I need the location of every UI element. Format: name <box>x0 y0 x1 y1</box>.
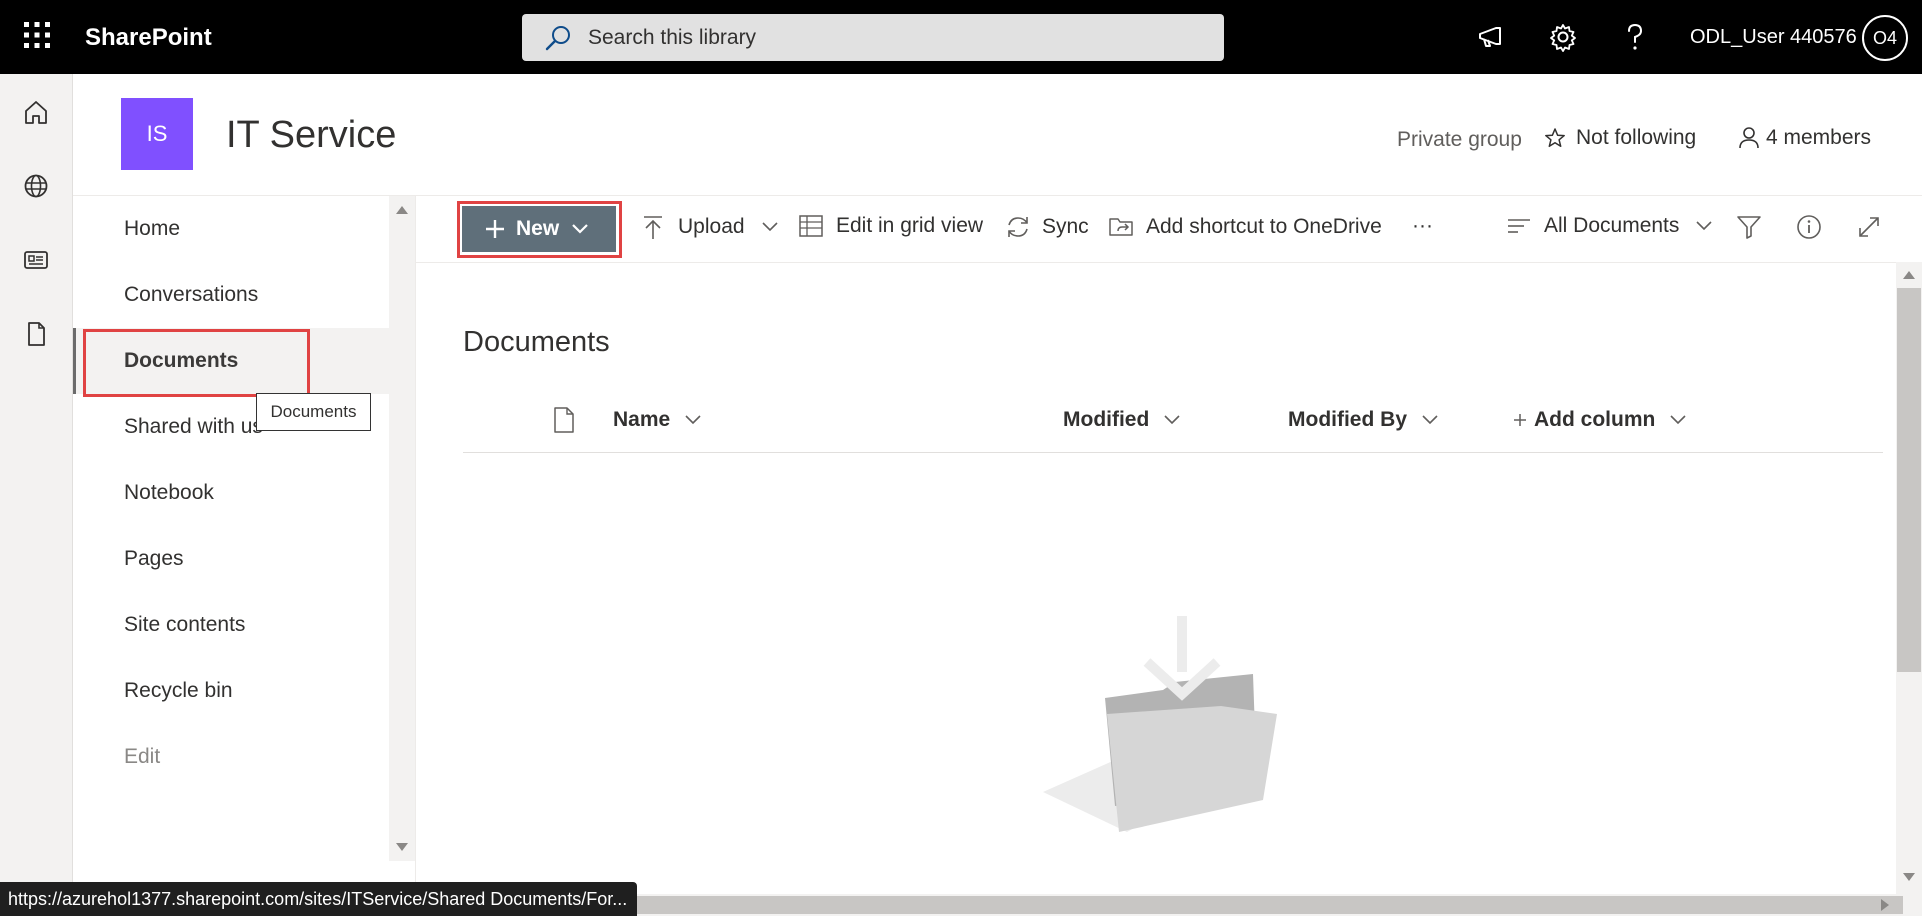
scroll-down-icon[interactable] <box>396 843 408 851</box>
scrollbar-thumb[interactable] <box>1897 288 1921 672</box>
add-shortcut-button[interactable]: Add shortcut to OneDrive <box>1108 214 1382 240</box>
chevron-down-icon <box>761 221 779 233</box>
help-icon[interactable] <box>1622 22 1648 52</box>
nav-edit-link[interactable]: Edit <box>73 724 389 790</box>
globe-icon[interactable] <box>22 172 50 200</box>
nav-scrollbar[interactable] <box>389 196 415 861</box>
add-shortcut-label: Add shortcut to OneDrive <box>1146 215 1382 238</box>
left-nav: Home Conversations Documents Shared with… <box>73 196 389 916</box>
view-label: All Documents <box>1544 214 1680 237</box>
command-bar: New Upload Edit in grid view Sync Add sh… <box>416 196 1922 262</box>
chevron-down-icon <box>1695 220 1713 232</box>
scroll-up-icon[interactable] <box>396 206 408 214</box>
scroll-up-icon[interactable] <box>1903 271 1915 279</box>
person-icon <box>1738 126 1760 150</box>
privacy-label: Private group <box>1397 128 1522 151</box>
plus-icon <box>1512 412 1528 428</box>
upload-button[interactable]: Upload <box>642 214 779 240</box>
library-title: Documents <box>463 326 610 358</box>
upload-icon <box>642 214 664 240</box>
folder-link-icon <box>1108 214 1136 240</box>
status-url: https://azurehol1377.sharepoint.com/site… <box>0 882 637 916</box>
app-bar <box>0 74 73 916</box>
nav-item-site-contents[interactable]: Site contents <box>73 592 389 658</box>
upload-label: Upload <box>678 215 745 238</box>
follow-label: Not following <box>1576 126 1697 149</box>
column-modified-by-label: Modified By <box>1288 408 1407 431</box>
nav-item-pages[interactable]: Pages <box>73 526 389 592</box>
column-header-modified[interactable]: Modified <box>1063 408 1181 432</box>
home-icon[interactable] <box>22 98 50 126</box>
suite-bar: SharePoint ODL_User 440576 O4 <box>0 0 1922 74</box>
column-header-divider <box>463 452 1883 453</box>
nav-item-conversations[interactable]: Conversations <box>73 262 389 328</box>
file-icon[interactable] <box>22 320 50 348</box>
chevron-down-icon <box>1163 414 1181 426</box>
column-header-modified-by[interactable]: Modified By <box>1288 408 1439 432</box>
search-input[interactable] <box>588 14 1208 61</box>
nav-item-recycle-bin[interactable]: Recycle bin <box>73 658 389 724</box>
tooltip: Documents <box>256 393 371 431</box>
grid-icon <box>798 214 824 238</box>
file-type-icon[interactable] <box>553 406 575 434</box>
edit-grid-label: Edit in grid view <box>836 214 984 237</box>
more-label: ··· <box>1412 214 1433 237</box>
filter-icon[interactable] <box>1736 214 1762 240</box>
info-icon[interactable] <box>1796 214 1822 240</box>
chevron-down-icon <box>1421 414 1439 426</box>
sync-label: Sync <box>1042 215 1089 238</box>
app-name[interactable]: SharePoint <box>85 24 212 52</box>
expand-icon[interactable] <box>1856 214 1882 240</box>
app-launcher-icon[interactable] <box>22 20 52 50</box>
site-title[interactable]: IT Service <box>226 114 396 157</box>
user-name[interactable]: ODL_User 440576 <box>1690 26 1857 49</box>
empty-folder-illustration <box>1035 610 1295 850</box>
avatar[interactable]: O4 <box>1862 15 1908 61</box>
follow-button[interactable]: Not following <box>1544 126 1696 150</box>
column-modified-label: Modified <box>1063 408 1150 431</box>
members-button[interactable]: 4 members <box>1738 126 1871 150</box>
edit-grid-view-button[interactable]: Edit in grid view <box>798 214 983 238</box>
nav-item-home[interactable]: Home <box>73 196 389 262</box>
new-button-highlight-box <box>457 201 622 258</box>
sync-button[interactable]: Sync <box>1004 214 1089 240</box>
content-vertical-scrollbar[interactable] <box>1896 262 1922 896</box>
column-header-name[interactable]: Name <box>613 408 702 432</box>
news-icon[interactable] <box>22 246 50 274</box>
megaphone-icon[interactable] <box>1476 22 1506 52</box>
column-name-label: Name <box>613 408 671 431</box>
star-icon <box>1544 127 1566 149</box>
nav-divider <box>415 196 416 896</box>
search-box[interactable] <box>522 14 1224 61</box>
more-options-button[interactable]: ··· <box>1412 214 1433 238</box>
scroll-down-icon[interactable] <box>1903 873 1915 881</box>
command-bar-divider <box>416 262 1896 263</box>
scrollbar-thumb[interactable] <box>633 896 1903 914</box>
view-selector[interactable]: All Documents <box>1506 214 1713 238</box>
add-column-button[interactable]: Add column <box>1512 408 1687 432</box>
members-label: 4 members <box>1766 126 1872 149</box>
add-column-label: Add column <box>1534 408 1656 431</box>
chevron-down-icon <box>1669 414 1687 426</box>
nav-item-notebook[interactable]: Notebook <box>73 460 389 526</box>
chevron-down-icon <box>684 414 702 426</box>
scroll-right-icon[interactable] <box>1881 899 1889 911</box>
site-logo[interactable]: IS <box>121 98 193 170</box>
documents-highlight-box <box>83 329 310 397</box>
view-list-icon <box>1506 215 1532 237</box>
sync-icon <box>1004 214 1032 240</box>
settings-gear-icon[interactable] <box>1548 22 1578 52</box>
search-icon <box>544 24 572 52</box>
